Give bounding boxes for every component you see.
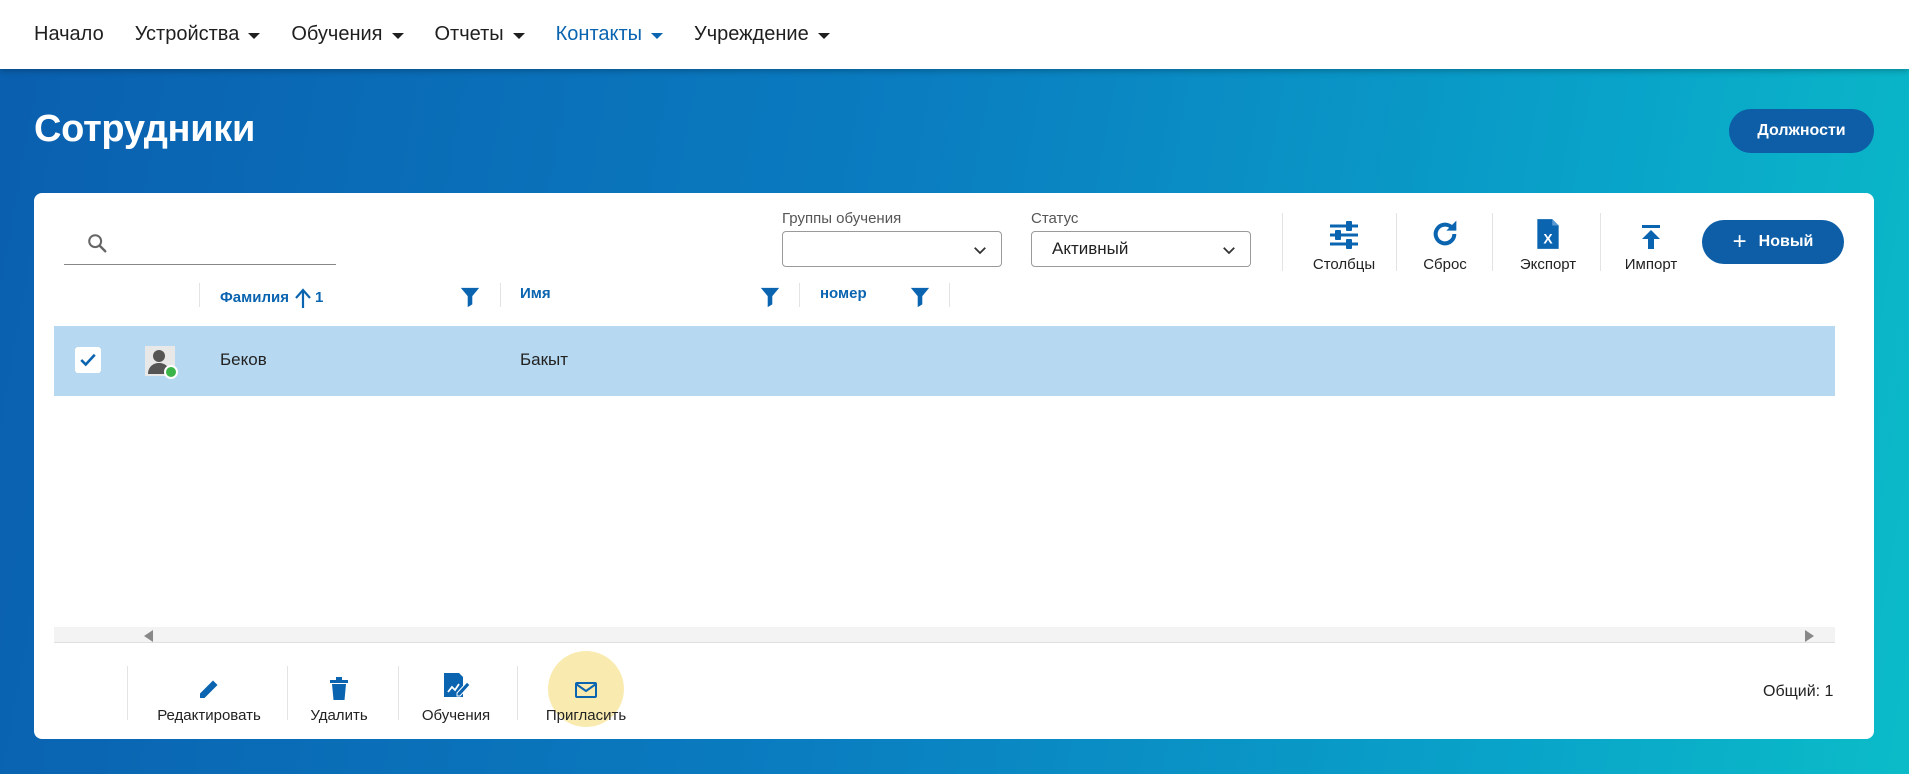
chevron-down-icon xyxy=(974,247,986,255)
status-value: Активный xyxy=(1052,239,1129,258)
employees-card: Группы обучения Статус Активный Столбцы … xyxy=(34,193,1874,739)
columns-label: Столбцы xyxy=(1312,256,1376,273)
column-header-number[interactable]: номер xyxy=(820,285,867,302)
new-label: Новый xyxy=(1758,233,1814,250)
nav-item-label: Отчеты xyxy=(434,23,504,45)
plus-icon: + xyxy=(1732,228,1747,255)
search-icon xyxy=(88,234,107,253)
reset-label: Сброс xyxy=(1423,256,1467,273)
filter-icon[interactable] xyxy=(459,286,481,308)
nav-item-devices[interactable]: Устройства xyxy=(135,23,261,46)
page-title: Сотрудники xyxy=(34,108,256,150)
toolbar-divider xyxy=(1600,213,1601,271)
pencil-icon xyxy=(200,680,218,698)
search-input[interactable] xyxy=(64,221,336,265)
export-button[interactable]: X Экспорт xyxy=(1508,213,1588,273)
edit-button[interactable]: Редактировать xyxy=(144,664,274,724)
action-divider xyxy=(127,666,128,720)
column-header-lastname[interactable]: Фамилия 1 xyxy=(220,285,323,309)
excel-file-icon: X xyxy=(1537,219,1559,249)
new-button[interactable]: + Новый xyxy=(1702,220,1844,264)
nav-item-contacts[interactable]: Контакты xyxy=(555,23,664,46)
export-label: Экспорт xyxy=(1519,256,1577,273)
filter-icon[interactable] xyxy=(759,286,781,308)
toolbar-divider xyxy=(1492,213,1493,271)
nav-item-label: Устройства xyxy=(134,23,240,45)
nav-item-label: Обучения xyxy=(291,23,383,45)
import-label: Импорт xyxy=(1624,256,1678,273)
chevron-down-icon xyxy=(1223,247,1235,255)
action-divider xyxy=(287,666,288,720)
row-checkbox[interactable] xyxy=(75,347,101,373)
sort-index: 1 xyxy=(314,288,324,306)
status-label: Статус xyxy=(1031,210,1079,227)
status-select[interactable]: Активный xyxy=(1031,231,1251,267)
column-header-label: Фамилия xyxy=(220,288,289,306)
positions-button[interactable]: Должности xyxy=(1729,109,1874,153)
nav-item-home[interactable]: Начало xyxy=(34,23,104,46)
table-row[interactable]: Беков Бакыт xyxy=(54,326,1835,396)
column-header-firstname[interactable]: Имя xyxy=(520,285,551,302)
edit-label: Редактировать xyxy=(157,707,261,724)
nav-item-label: Контакты xyxy=(555,23,643,45)
scroll-right-icon[interactable] xyxy=(1805,630,1814,642)
action-divider xyxy=(517,666,518,720)
sliders-icon xyxy=(1330,221,1358,249)
upload-icon xyxy=(1642,225,1660,249)
scroll-left-icon[interactable] xyxy=(144,630,153,642)
horizontal-scrollbar[interactable] xyxy=(54,627,1835,643)
avatar xyxy=(145,346,178,379)
nav-item-label: Начало xyxy=(34,23,104,45)
nav-item-reports[interactable]: Отчеты xyxy=(435,23,525,46)
groups-select[interactable] xyxy=(782,231,1002,267)
columns-button[interactable]: Столбцы xyxy=(1304,213,1384,273)
document-edit-icon xyxy=(444,673,471,697)
delete-button[interactable]: Удалить xyxy=(304,664,374,724)
svg-text:X: X xyxy=(1543,231,1553,247)
trainings-button[interactable]: Обучения xyxy=(414,664,498,724)
checkmark-icon xyxy=(80,353,96,367)
online-status-dot xyxy=(164,365,178,379)
caret-down-icon xyxy=(817,33,830,39)
top-navigation: Начало Устройства Обучения Отчеты Контак… xyxy=(0,0,1909,69)
nav-item-institution[interactable]: Учреждение xyxy=(694,23,830,46)
groups-label: Группы обучения xyxy=(782,210,902,227)
reset-button[interactable]: Сброс xyxy=(1410,213,1480,273)
caret-down-icon xyxy=(512,33,525,39)
import-button[interactable]: Импорт xyxy=(1616,213,1686,273)
total-count: Общий: 1 xyxy=(1763,683,1834,700)
column-divider xyxy=(949,283,950,307)
toolbar-divider xyxy=(1396,213,1397,271)
envelope-icon xyxy=(575,682,597,698)
trash-icon xyxy=(330,677,348,700)
cell-firstname: Бакыт xyxy=(520,350,569,369)
invite-label: Пригласить xyxy=(545,707,627,724)
toolbar-divider xyxy=(1282,213,1283,271)
nav-item-trainings[interactable]: Обучения xyxy=(291,23,404,46)
caret-down-icon xyxy=(391,33,404,39)
refresh-icon xyxy=(1433,220,1457,246)
caret-down-icon xyxy=(248,33,261,39)
column-divider xyxy=(799,283,800,307)
delete-label: Удалить xyxy=(310,707,368,724)
cell-lastname: Беков xyxy=(220,350,267,369)
trainings-label: Обучения xyxy=(421,707,491,724)
action-divider xyxy=(398,666,399,720)
column-divider xyxy=(500,283,501,307)
column-divider xyxy=(199,283,200,307)
caret-down-icon xyxy=(651,33,664,39)
arrow-up-icon xyxy=(295,288,311,308)
invite-button[interactable]: Пригласить xyxy=(534,664,638,724)
filter-icon[interactable] xyxy=(909,286,931,308)
nav-item-label: Учреждение xyxy=(694,23,809,45)
